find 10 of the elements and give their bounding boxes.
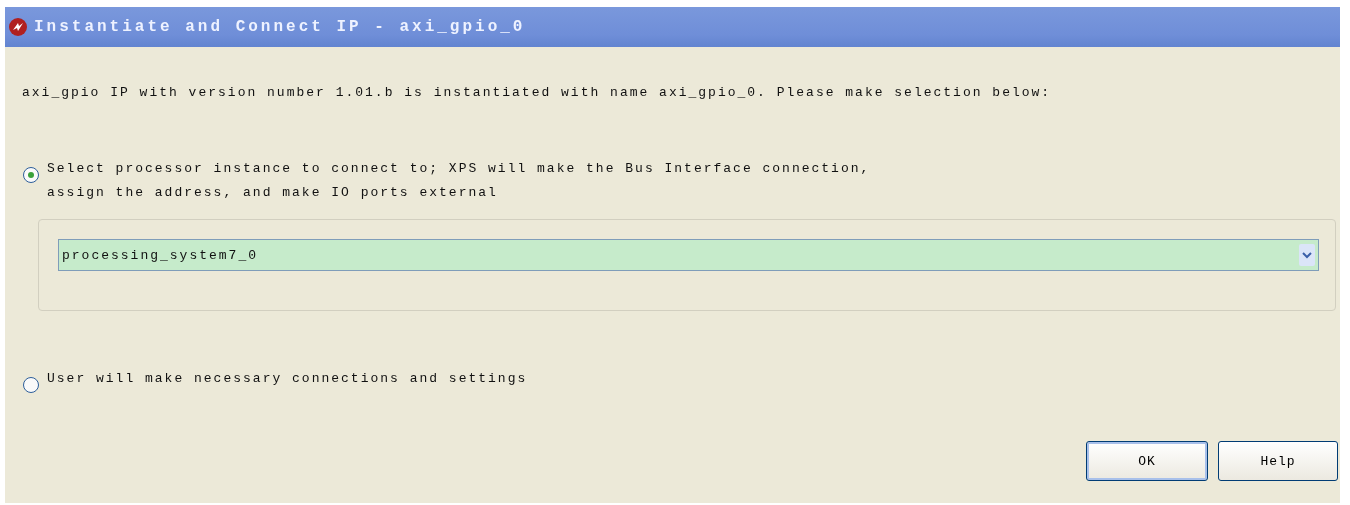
message-text: axi_gpio IP with version number 1.01.b is instantiated with name axi_gpio_0. Please make selection below: <box>22 84 1053 102</box>
radio-label[interactable]: User will make necessary connections and settings <box>47 367 528 391</box>
processor-dropdown[interactable]: processing_system7_0 <box>58 239 1319 271</box>
app-logo-icon <box>8 17 28 37</box>
radio-button[interactable] <box>23 377 39 393</box>
help-button[interactable]: Help <box>1218 441 1338 481</box>
radio-label[interactable]: Select processor instance to connect to; XPS will make the Bus Interface connection, assign the address, and make IO ports external <box>47 157 871 205</box>
ok-button[interactable]: OK <box>1086 441 1208 481</box>
radio-button[interactable] <box>23 167 39 183</box>
window-title: Instantiate and Connect IP - axi_gpio_0 <box>34 18 526 36</box>
